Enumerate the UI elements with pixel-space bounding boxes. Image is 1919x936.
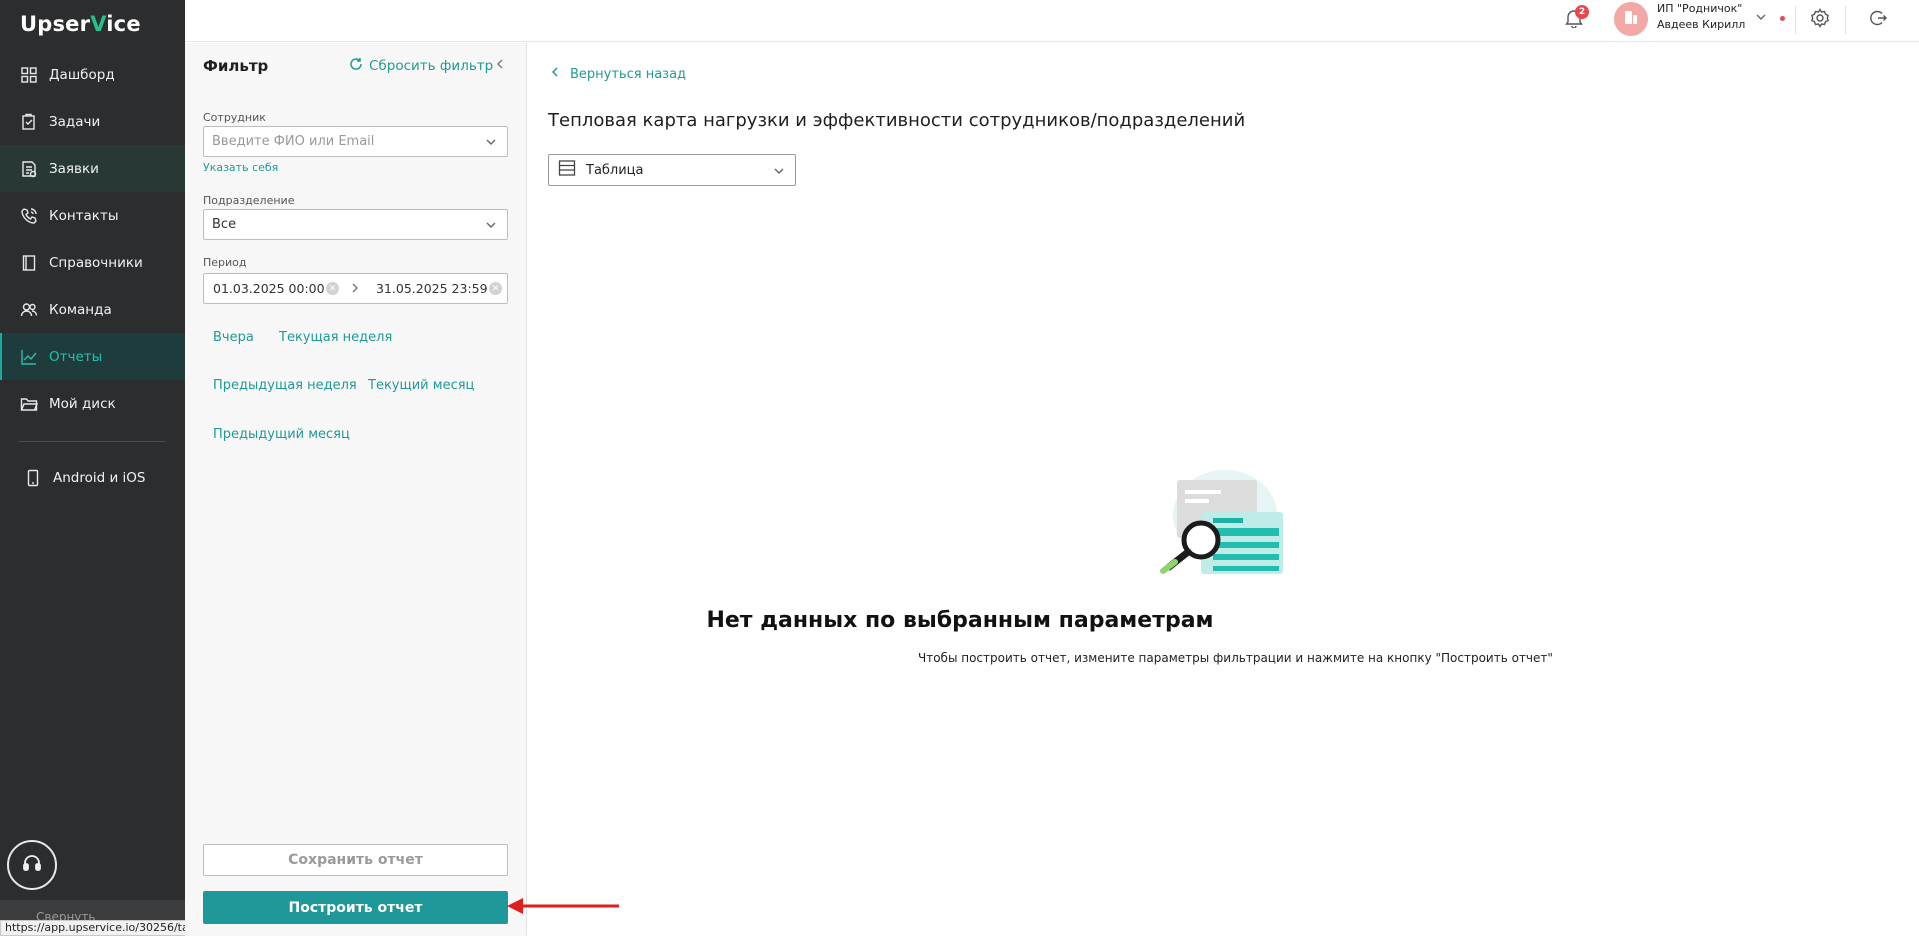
topbar-divider (1845, 6, 1846, 34)
sidebar-item-requests[interactable]: Заявки (0, 145, 185, 192)
chart-icon (20, 348, 38, 366)
sidebar-item-label: Отчеты (49, 348, 103, 365)
sidebar-item-reports[interactable]: Отчеты (0, 333, 185, 380)
sidebar-item-label: Задачи (49, 113, 101, 130)
employee-select[interactable]: Введите ФИО или Email (203, 126, 508, 157)
settings-button[interactable] (1810, 8, 1830, 32)
period-from-input[interactable]: 01.03.2025 00:00 (213, 281, 325, 296)
clear-icon[interactable]: ✕ (326, 282, 339, 295)
brand-logo[interactable]: UpserVice (20, 12, 141, 36)
mobile-icon (24, 469, 42, 487)
sidebar-item-label: Android и iOS (53, 469, 146, 486)
sidebar-item-my-disk[interactable]: Мой диск (0, 380, 185, 427)
sidebar-item-label: Заявки (49, 160, 99, 177)
gear-icon (1810, 8, 1830, 32)
sidebar-item-team[interactable]: Команда (0, 286, 185, 333)
support-button[interactable] (7, 840, 57, 890)
collapse-filter-button[interactable] (494, 58, 506, 74)
preset-previous-month[interactable]: Предыдущий месяц (213, 427, 350, 442)
sidebar-item-label: Дашборд (49, 66, 115, 83)
chevron-left-icon (550, 66, 570, 82)
period-range-input[interactable]: 01.03.2025 00:00 ✕ 31.05.2025 23:59 ✕ (203, 273, 508, 304)
chevron-right-icon (349, 282, 361, 298)
user-name: Авдеев Кирилл (1657, 18, 1746, 31)
sidebar-item-tasks[interactable]: Задачи (0, 98, 185, 145)
folder-icon (20, 395, 38, 413)
department-select[interactable]: Все (203, 209, 508, 240)
preset-previous-week[interactable]: Предыдущая неделя (213, 378, 357, 393)
dashboard-icon (20, 66, 38, 84)
sidebar-item-label: Мой диск (49, 395, 116, 412)
sidebar-item-label: Контакты (49, 207, 119, 224)
team-icon (20, 301, 38, 319)
chevron-down-icon[interactable] (1754, 10, 1768, 28)
department-label: Подразделение (203, 194, 295, 207)
org-name: ИП "Родничок" (1657, 2, 1743, 15)
view-mode-select[interactable]: Таблица (548, 154, 796, 186)
preset-yesterday[interactable]: Вчера (213, 330, 254, 345)
empty-state-illustration (1155, 470, 1290, 585)
filter-title: Фильтр (203, 57, 269, 75)
refresh-icon (349, 57, 369, 75)
phone-icon (20, 207, 38, 225)
sidebar-item-mobile-apps[interactable]: Android и iOS (0, 454, 185, 501)
preset-current-week[interactable]: Текущая неделя (279, 330, 392, 345)
sidebar-item-label: Справочники (49, 254, 143, 271)
chevron-down-icon (485, 219, 497, 235)
build-report-button[interactable]: Построить отчет (203, 891, 508, 924)
tasks-icon (20, 113, 38, 131)
period-to-input[interactable]: 31.05.2025 23:59 (376, 281, 488, 296)
empty-state-subtitle: Чтобы построить отчет, измените параметр… (918, 651, 1553, 665)
building-icon (1622, 8, 1640, 30)
back-link[interactable]: Вернуться назад (550, 66, 686, 82)
arrow-annotation-icon (505, 895, 620, 921)
chevron-down-icon (773, 165, 785, 181)
requests-icon (20, 160, 38, 178)
sidebar-item-dashboard[interactable]: Дашборд (0, 51, 185, 98)
book-icon (20, 254, 38, 272)
filter-panel: Фильтр Сбросить фильтр Сотрудник Введите… (185, 43, 527, 936)
sidebar-item-contacts[interactable]: Контакты (0, 192, 185, 239)
logout-icon (1868, 10, 1888, 32)
org-user-info[interactable]: ИП "Родничок" Авдеев Кирилл (1657, 1, 1745, 33)
sidebar-item-label: Команда (49, 301, 112, 318)
assign-self-link[interactable]: Указать себя (203, 161, 278, 174)
sidebar: UpserVice Дашборд Задачи Заявки Контакты… (0, 0, 185, 936)
status-dot (1780, 16, 1785, 21)
chevron-down-icon (485, 136, 497, 152)
reset-filter-button[interactable]: Сбросить фильтр (349, 57, 493, 75)
save-report-button[interactable]: Сохранить отчет (203, 844, 508, 876)
employee-label: Сотрудник (203, 111, 266, 124)
logout-button[interactable] (1868, 8, 1888, 32)
org-avatar[interactable] (1614, 2, 1648, 36)
page-title: Тепловая карта нагрузки и эффективности … (548, 110, 1246, 131)
topbar-divider (1795, 6, 1796, 34)
sidebar-divider (18, 441, 166, 442)
clear-icon[interactable]: ✕ (489, 282, 502, 295)
notifications-badge: 2 (1575, 5, 1589, 19)
chevron-left-icon (494, 59, 506, 74)
period-label: Период (203, 256, 247, 269)
table-icon (558, 159, 576, 181)
empty-state-title: Нет данных по выбранным параметрам (706, 608, 1214, 633)
preset-current-month[interactable]: Текущий месяц (368, 378, 474, 393)
headset-icon (21, 852, 43, 878)
bell-icon (1565, 10, 1583, 32)
sidebar-item-references[interactable]: Справочники (0, 239, 185, 286)
